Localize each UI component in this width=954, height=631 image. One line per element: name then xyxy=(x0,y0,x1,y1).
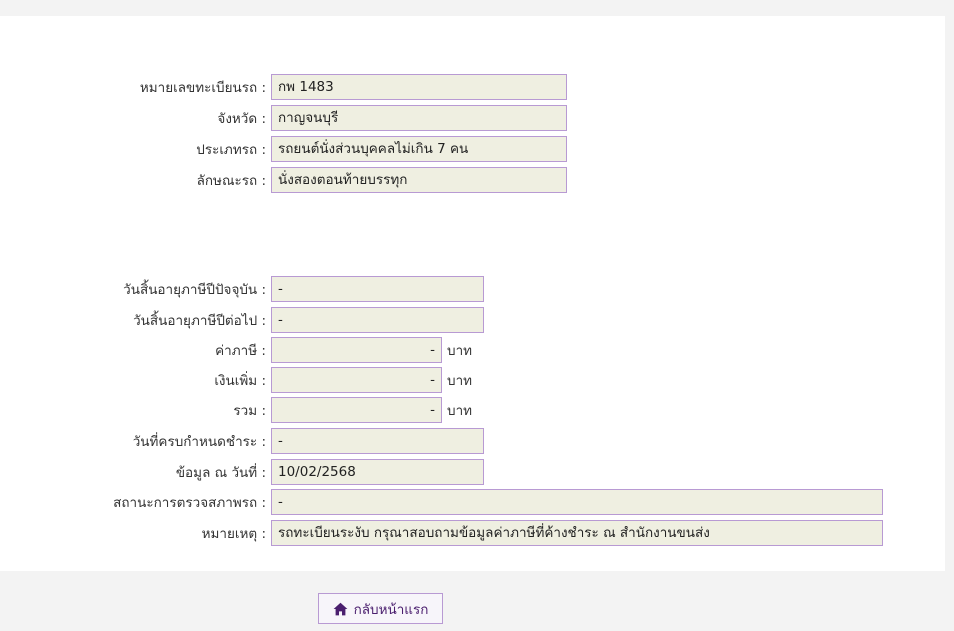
inspection-status-field: - xyxy=(271,489,883,515)
tax-amount-field: - xyxy=(271,337,442,363)
tax-amount-unit: บาท xyxy=(447,343,473,359)
vehicle-type-label: ประเภทรถ : xyxy=(196,142,266,158)
back-home-label: กลับหน้าแรก xyxy=(353,601,429,618)
vehicle-type-field: รถยนต์นั่งส่วนบุคคลไม่เกิน 7 คน xyxy=(271,136,567,162)
remark-field: รถทะเบียนระงับ กรุณาสอบถามข้อมูลค่าภาษีท… xyxy=(271,520,883,546)
current-expiry-label: วันสิ้นอายุภาษีปีปัจจุบัน : xyxy=(123,282,266,298)
province-label: จังหวัด : xyxy=(217,111,266,127)
surcharge-unit: บาท xyxy=(447,373,473,389)
province-field: กาญจนบุรี xyxy=(271,105,567,131)
home-icon xyxy=(333,602,348,616)
plate-field: กพ 1483 xyxy=(271,74,567,100)
plate-label: หมายเลขทะเบียนรถ : xyxy=(139,80,266,96)
surcharge-field: - xyxy=(271,367,442,393)
current-expiry-field: - xyxy=(271,276,484,302)
total-unit: บาท xyxy=(447,403,473,419)
due-date-label: วันที่ครบกำหนดชำระ : xyxy=(132,434,266,450)
tax-amount-label: ค่าภาษี : xyxy=(215,343,266,359)
inspection-status-label: สถานะการตรวจสภาพรถ : xyxy=(113,495,266,511)
back-home-button[interactable]: กลับหน้าแรก xyxy=(318,593,443,624)
next-expiry-field: - xyxy=(271,307,484,333)
next-expiry-label: วันสิ้นอายุภาษีปีต่อไป : xyxy=(133,313,266,329)
vehicle-body-label: ลักษณะรถ : xyxy=(196,173,266,189)
due-date-field: - xyxy=(271,428,484,454)
surcharge-label: เงินเพิ่ม : xyxy=(214,373,266,389)
remark-label: หมายเหตุ : xyxy=(201,526,266,542)
data-date-label: ข้อมูล ณ วันที่ : xyxy=(175,465,266,481)
data-date-field: 10/02/2568 xyxy=(271,459,484,485)
total-label: รวม : xyxy=(233,403,266,419)
total-field: - xyxy=(271,397,442,423)
vehicle-body-field: นั่งสองตอนท้ายบรรทุก xyxy=(271,167,567,193)
